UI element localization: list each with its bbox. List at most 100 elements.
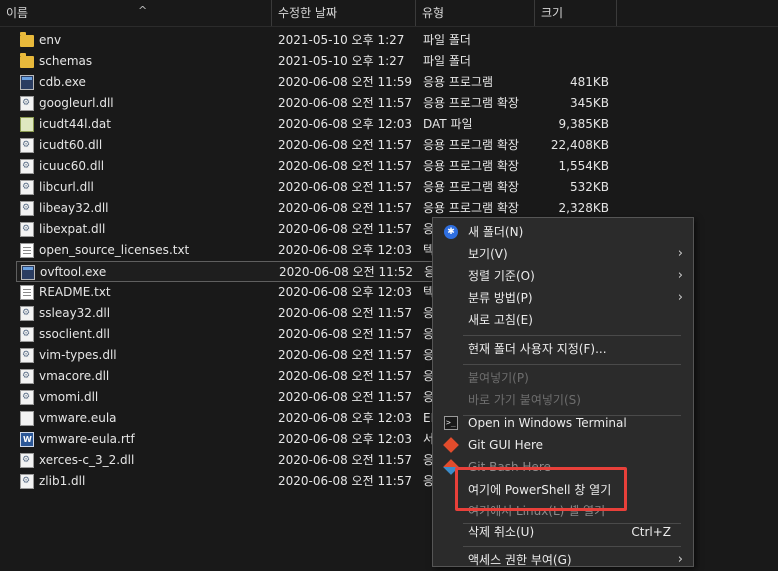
file-row[interactable]: vmacore.dll2020-06-08 오전 11:57응 xyxy=(16,366,436,387)
new-item-icon: ✱ xyxy=(444,225,458,239)
file-name: libexpat.dll xyxy=(39,222,106,236)
file-type: 응용 프로그램 확장 xyxy=(423,180,519,194)
file-row[interactable]: ssoclient.dll2020-06-08 오전 11:57응 xyxy=(16,324,436,345)
dll-icon xyxy=(20,222,34,237)
file-date: 2020-06-08 오전 11:57 xyxy=(278,222,413,236)
file-row[interactable]: cdb.exe 2020-06-08 오전 11:59 응용 프로그램 481KB xyxy=(16,72,609,93)
file-type: 응용 프로그램 확장 xyxy=(423,138,519,152)
menu-item-refresh[interactable]: 새로 고침(E) xyxy=(433,309,693,331)
menu-item-group-by[interactable]: 분류 방법(P) › xyxy=(433,287,693,309)
file-row[interactable]: libexpat.dll2020-06-08 오전 11:57응 xyxy=(16,219,436,240)
file-row[interactable]: zlib1.dll2020-06-08 오전 11:57응 xyxy=(16,471,436,492)
file-row[interactable]: open_source_licenses.txt 2020-06-08 오후 12… xyxy=(16,240,436,261)
column-header-type[interactable]: 유형 xyxy=(416,0,535,26)
column-header-size[interactable]: 크기 xyxy=(535,0,617,26)
file-type: 파일 폴더 xyxy=(423,33,471,47)
menu-item-paste-shortcut[interactable]: 바로 가기 붙여넣기(S) xyxy=(433,389,693,411)
file-name: vim-types.dll xyxy=(39,348,117,362)
file-name: vmware.eula xyxy=(39,411,117,425)
file-row[interactable]: icudt44l.dat 2020-06-08 오후 12:03 DAT 파일 9,3… xyxy=(16,114,609,135)
file-row[interactable]: README.txt 2020-06-08 오후 12:03 텍 xyxy=(16,282,436,303)
file-row[interactable]: vmware-eula.rtf2020-06-08 오후 12:03서 xyxy=(16,429,436,450)
menu-item-label: 보기(V) xyxy=(468,247,508,261)
file-date: 2020-06-08 오전 11:59 xyxy=(278,75,413,89)
menu-item-view[interactable]: 보기(V) › xyxy=(433,243,693,265)
file-date: 2020-06-08 오후 12:03 xyxy=(278,432,413,446)
dll-icon xyxy=(20,390,34,405)
file-name: xerces-c_3_2.dll xyxy=(39,453,135,467)
file-date: 2020-06-08 오후 12:03 xyxy=(278,285,413,299)
menu-item-label: 붙여넣기(P) xyxy=(468,371,529,385)
exe-icon xyxy=(20,75,34,90)
file-date: 2020-06-08 오전 11:57 xyxy=(278,180,413,194)
file-date: 2020-06-08 오전 11:57 xyxy=(278,390,413,404)
file-type: 파일 폴더 xyxy=(423,54,471,68)
menu-separator xyxy=(463,546,681,547)
folder-icon xyxy=(20,32,34,47)
column-header-date-label: 수정한 날짜 xyxy=(278,6,338,20)
column-header-bar: 이름 ^ 수정한 날짜 유형 크기 xyxy=(0,0,778,27)
dll-icon xyxy=(20,453,34,468)
dll-icon xyxy=(20,159,34,174)
file-date: 2020-06-08 오전 11:57 xyxy=(278,96,413,110)
file-row[interactable]: googleurl.dll 2020-06-08 오전 11:57 응용 프로그램 … xyxy=(16,93,609,114)
file-name: cdb.exe xyxy=(39,75,86,89)
dll-icon xyxy=(20,201,34,216)
file-type: 응용 프로그램 확장 xyxy=(423,159,519,173)
file-size: 1,554KB xyxy=(558,159,609,173)
menu-item-label: 분류 방법(P) xyxy=(468,291,533,305)
file-row[interactable]: icudt60.dll 2020-06-08 오전 11:57 응용 프로그램 확장… xyxy=(16,135,609,156)
menu-item-sort-by[interactable]: 정렬 기준(O) › xyxy=(433,265,693,287)
file-row[interactable]: schemas 2021-05-10 오후 1:27 파일 폴더 xyxy=(16,51,471,72)
file-date: 2020-06-08 오후 12:03 xyxy=(278,243,413,257)
file-date: 2020-06-08 오전 11:57 xyxy=(278,138,413,152)
chevron-right-icon: › xyxy=(677,290,683,305)
file-row[interactable]: libcurl.dll 2020-06-08 오전 11:57 응용 프로그램 확장… xyxy=(16,177,609,198)
file-row[interactable]: vmware.eula 2020-06-08 오후 12:03 EL xyxy=(16,408,437,429)
file-size: 22,408KB xyxy=(550,138,609,152)
file-name: icuuc60.dll xyxy=(39,159,105,173)
menu-item-label: 삭제 취소(U) xyxy=(468,525,535,539)
file-date: 2020-06-08 오전 11:57 xyxy=(278,306,413,320)
menu-item-label: 새로 고침(E) xyxy=(468,313,533,327)
rtf-icon xyxy=(20,432,34,447)
menu-item-git-gui[interactable]: Git GUI Here xyxy=(433,434,693,456)
menu-item-paste[interactable]: 붙여넣기(P) xyxy=(433,367,693,389)
dll-icon xyxy=(20,369,34,384)
column-header-name[interactable]: 이름 ^ xyxy=(0,0,272,26)
dll-icon xyxy=(20,327,34,342)
menu-item-label: 액세스 권한 부여(G) xyxy=(468,553,572,567)
menu-item-customize-folder[interactable]: 현재 폴더 사용자 지정(F)... xyxy=(433,338,693,360)
file-name: open_source_licenses.txt xyxy=(39,243,190,257)
shortcut-label: Ctrl+Z xyxy=(631,525,671,539)
file-row[interactable]: xerces-c_3_2.dll2020-06-08 오전 11:57응 xyxy=(16,450,436,471)
file-date: 2020-06-08 오후 12:03 xyxy=(278,117,413,131)
menu-item-label: 정렬 기준(O) xyxy=(468,269,535,283)
menu-item-label: Open in Windows Terminal xyxy=(468,416,627,430)
menu-item-new-folder[interactable]: ✱ 새 폴더(N) xyxy=(433,221,693,243)
folder-icon xyxy=(20,53,34,68)
column-header-date[interactable]: 수정한 날짜 xyxy=(272,0,416,26)
file-row[interactable]: vmomi.dll2020-06-08 오전 11:57응 xyxy=(16,387,436,408)
chevron-right-icon: › xyxy=(677,268,683,283)
file-row[interactable]: icuuc60.dll 2020-06-08 오전 11:57 응용 프로그램 확장… xyxy=(16,156,609,177)
file-date: 2020-06-08 오전 11:57 xyxy=(278,348,413,362)
menu-item-undo-delete[interactable]: 삭제 취소(U) Ctrl+Z xyxy=(433,521,693,543)
file-size: 481KB xyxy=(569,75,609,89)
file-name: vmware-eula.rtf xyxy=(39,432,135,446)
text-file-icon xyxy=(20,243,34,258)
menu-item-label: 현재 폴더 사용자 지정(F)... xyxy=(468,342,607,356)
file-row[interactable]: vim-types.dll2020-06-08 오전 11:57응 xyxy=(16,345,436,366)
menu-item-open-terminal[interactable]: Open in Windows Terminal xyxy=(433,412,693,434)
terminal-icon xyxy=(444,412,458,434)
file-row[interactable]: env 2021-05-10 오후 1:27 파일 폴더 xyxy=(16,30,471,51)
file-row[interactable]: libeay32.dll 2020-06-08 오전 11:57 응용 프로그램 확… xyxy=(16,198,609,219)
file-date: 2020-06-08 오전 11:52 xyxy=(279,265,414,279)
menu-item-give-access[interactable]: 액세스 권한 부여(G) › xyxy=(433,549,693,571)
file-row[interactable]: ovftool.exe 2020-06-08 오전 11:52 응 xyxy=(16,261,436,282)
file-name: icudt60.dll xyxy=(39,138,103,152)
file-size: 2,328KB xyxy=(558,201,609,215)
file-type: 응용 프로그램 확장 xyxy=(423,96,519,110)
file-row[interactable]: ssleay32.dll2020-06-08 오전 11:57응 xyxy=(16,303,436,324)
file-date: 2021-05-10 오후 1:27 xyxy=(278,54,405,68)
